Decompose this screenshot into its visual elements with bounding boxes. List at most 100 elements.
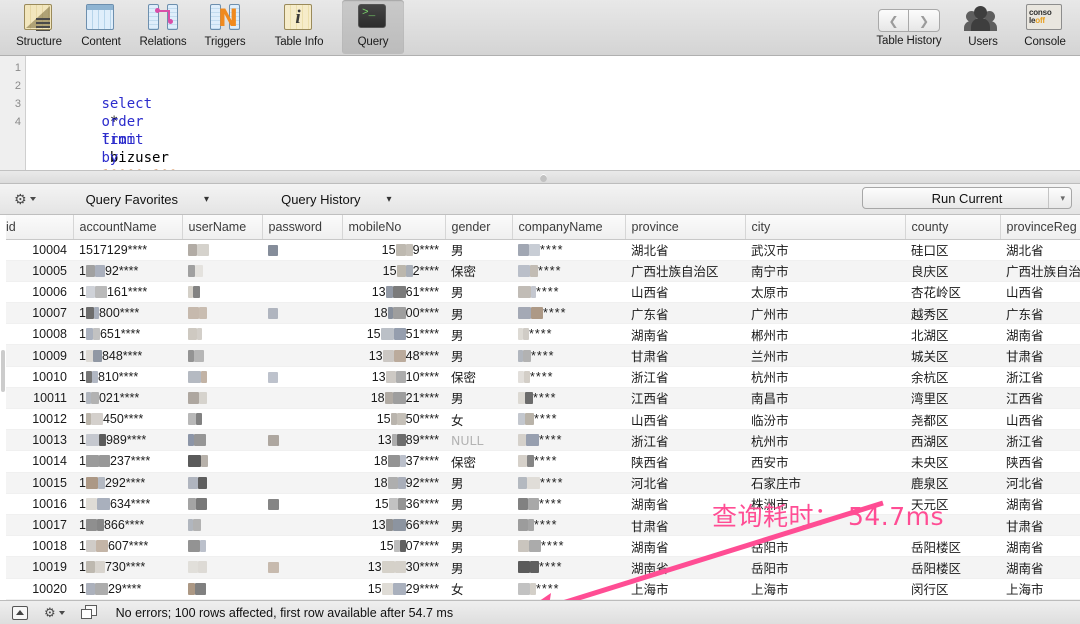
cell-provincereg[interactable]: 江西省 [1000, 387, 1080, 408]
cell-county[interactable]: 城关区 [905, 345, 1000, 366]
cell-province[interactable]: 湖南省 [625, 557, 745, 578]
cell-companyname[interactable]: **** [512, 409, 625, 430]
cell-password[interactable] [262, 493, 342, 514]
table-row[interactable]: 100111021****1821****男****江西省南昌市湾里区江西省 [0, 387, 1080, 408]
toolbar-tab-content[interactable]: Content [70, 0, 132, 54]
table-row[interactable]: 100091848****1348****男****甘肃省兰州市城关区甘肃省 [0, 345, 1080, 366]
cell-companyname[interactable]: **** [512, 430, 625, 451]
history-nav-arrows-icon[interactable]: ❮ ❯ [878, 9, 940, 33]
cell-gender[interactable]: 女 [445, 409, 512, 430]
table-row[interactable]: 10005192****152****保密****广西壮族自治区南宁市良庆区广西… [0, 260, 1080, 281]
cell-province[interactable]: 湖北省 [625, 239, 745, 260]
cell-city[interactable]: 西安市 [745, 451, 905, 472]
cell-username[interactable] [182, 430, 262, 451]
cell-province[interactable]: 陕西省 [625, 451, 745, 472]
chevron-down-icon[interactable]: ▾ [1060, 193, 1065, 204]
cell-county[interactable]: 越秀区 [905, 303, 1000, 324]
cell-accountname[interactable]: 1810**** [73, 366, 182, 387]
cell-password[interactable] [262, 281, 342, 302]
table-row[interactable]: 100191730****1330****男****湖南省岳阳市岳阳楼区湖南省 [0, 557, 1080, 578]
history-back-icon[interactable]: ❮ [878, 9, 909, 32]
run-current-button[interactable]: Run Current ▾ [862, 187, 1072, 209]
cell-province[interactable]: 山西省 [625, 409, 745, 430]
cell-id[interactable]: 10013 [0, 430, 73, 451]
cell-companyname[interactable]: **** [512, 366, 625, 387]
cell-id[interactable]: 10018 [0, 536, 73, 557]
cell-provincereg[interactable]: 浙江省 [1000, 366, 1080, 387]
cell-username[interactable] [182, 493, 262, 514]
cell-id[interactable]: 10011 [0, 387, 73, 408]
cell-username[interactable] [182, 366, 262, 387]
cell-username[interactable] [182, 557, 262, 578]
cell-password[interactable] [262, 557, 342, 578]
column-header-id[interactable]: id [0, 215, 73, 239]
status-gear-menu[interactable]: ⚙ [44, 606, 65, 619]
cell-password[interactable] [262, 536, 342, 557]
table-row[interactable]: 100061161****1361****男****山西省太原市杏花岭区山西省 [0, 281, 1080, 302]
cell-password[interactable] [262, 472, 342, 493]
cell-password[interactable] [262, 451, 342, 472]
cell-username[interactable] [182, 303, 262, 324]
cell-password[interactable] [262, 345, 342, 366]
cell-accountname[interactable]: 1848**** [73, 345, 182, 366]
cell-provincereg[interactable]: 河北省 [1000, 472, 1080, 493]
cell-id[interactable]: 10016 [0, 493, 73, 514]
cell-provincereg[interactable]: 湖南省 [1000, 324, 1080, 345]
cell-companyname[interactable]: **** [512, 493, 625, 514]
cell-username[interactable] [182, 324, 262, 345]
cell-mobileno[interactable]: 1800**** [342, 303, 445, 324]
cell-companyname[interactable]: **** [512, 324, 625, 345]
cell-password[interactable] [262, 239, 342, 260]
cell-province[interactable]: 广东省 [625, 303, 745, 324]
cell-accountname[interactable]: 129**** [73, 578, 182, 599]
column-header-province[interactable]: province [625, 215, 745, 239]
cell-accountname[interactable]: 1800**** [73, 303, 182, 324]
cell-gender[interactable]: 男 [445, 239, 512, 260]
cell-mobileno[interactable]: 1366**** [342, 514, 445, 535]
cell-accountname[interactable]: 1651**** [73, 324, 182, 345]
cell-province[interactable]: 上海市 [625, 578, 745, 599]
cell-gender[interactable]: 男 [445, 387, 512, 408]
table-row[interactable]: 100151292****1892****男****河北省石家庄市鹿泉区河北省 [0, 472, 1080, 493]
column-header-mobileno[interactable]: mobileNo [342, 215, 445, 239]
cell-id[interactable]: 10008 [0, 324, 73, 345]
cell-accountname[interactable]: 1292**** [73, 472, 182, 493]
cell-county[interactable]: 硅口区 [905, 239, 1000, 260]
cell-accountname[interactable]: 1161**** [73, 281, 182, 302]
editor-results-splitter[interactable] [0, 170, 1080, 184]
cell-city[interactable]: 杭州市 [745, 430, 905, 451]
history-forward-icon[interactable]: ❯ [909, 9, 940, 32]
toolbar-tab-triggers[interactable]: N Triggers [194, 0, 256, 54]
cell-password[interactable] [262, 409, 342, 430]
cell-accountname[interactable]: 1730**** [73, 557, 182, 578]
cell-gender[interactable]: 男 [445, 514, 512, 535]
query-gear-menu[interactable]: ⚙ [14, 192, 36, 206]
splitter-handle-icon[interactable] [540, 174, 547, 182]
cell-provincereg[interactable]: 湖南省 [1000, 557, 1080, 578]
cell-county[interactable]: 西湖区 [905, 430, 1000, 451]
cell-companyname[interactable]: **** [512, 514, 625, 535]
cell-mobileno[interactable]: 1550**** [342, 409, 445, 430]
cell-county[interactable]: 北湖区 [905, 324, 1000, 345]
cell-accountname[interactable]: 1237**** [73, 451, 182, 472]
cell-mobileno[interactable]: 1529**** [342, 578, 445, 599]
cell-city[interactable]: 广州市 [745, 303, 905, 324]
cell-username[interactable] [182, 536, 262, 557]
cell-gender[interactable]: NULL [445, 430, 512, 451]
cell-gender[interactable]: 男 [445, 493, 512, 514]
table-row[interactable]: 100101810****1310****保密****浙江省杭州市余杭区浙江省 [0, 366, 1080, 387]
cell-accountname[interactable]: 1607**** [73, 536, 182, 557]
column-header-gender[interactable]: gender [445, 215, 512, 239]
cell-accountname[interactable]: 1634**** [73, 493, 182, 514]
cell-accountname[interactable]: 1450**** [73, 409, 182, 430]
cell-county[interactable]: 岳阳楼区 [905, 536, 1000, 557]
toolbar-tab-query[interactable]: >_ Query [342, 0, 404, 54]
cell-id[interactable]: 10012 [0, 409, 73, 430]
show-console-icon[interactable] [12, 606, 28, 620]
cell-mobileno[interactable]: 1310**** [342, 366, 445, 387]
cell-county[interactable]: 杏花岭区 [905, 281, 1000, 302]
cell-county[interactable]: 闵行区 [905, 578, 1000, 599]
cell-provincereg[interactable]: 甘肃省 [1000, 345, 1080, 366]
cell-provincereg[interactable]: 湖北省 [1000, 239, 1080, 260]
cell-password[interactable] [262, 387, 342, 408]
